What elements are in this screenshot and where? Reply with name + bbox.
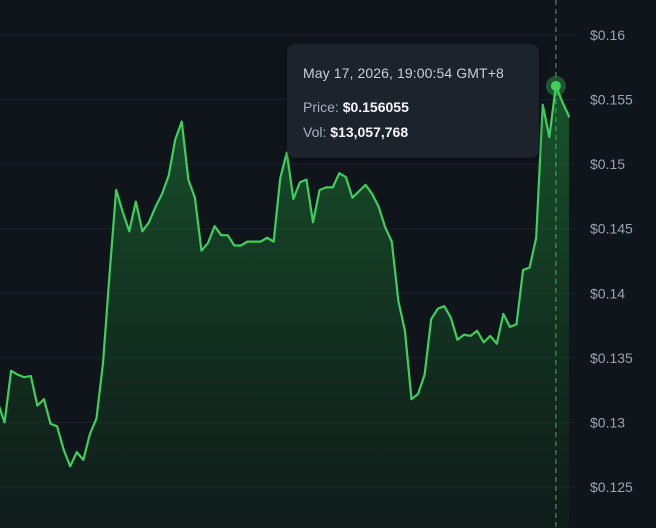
y-tick-label: $0.15	[590, 156, 625, 172]
y-tick-label: $0.14	[590, 285, 625, 301]
y-tick-label: $0.135	[590, 350, 633, 366]
y-tick-label: $0.145	[590, 221, 633, 237]
tooltip-date: May 17, 2026, 19:00:54 GMT+8	[303, 65, 504, 81]
y-tick-label: $0.125	[590, 479, 633, 495]
tooltip-vol-row: Vol: $13,057,768	[303, 122, 523, 142]
price-chart[interactable]: $0.16 $0.155 $0.15 $0.145 $0.14 $0.135 $0.13 $0…	[0, 0, 656, 528]
tooltip-vol-value: $13,057,768	[330, 124, 409, 140]
price-tooltip: May 17, 2026, 19:00:54 GMT+8 Price: $0.1…	[287, 44, 539, 158]
y-tick-label: $0.16	[590, 27, 625, 43]
y-tick-label: $0.155	[590, 92, 633, 108]
hover-point[interactable]	[550, 80, 561, 91]
tooltip-price-label: Price:	[303, 99, 339, 115]
tooltip-price-value: $0.156055	[342, 99, 409, 115]
tooltip-vol-label: Vol:	[303, 124, 327, 140]
tooltip-price-row: Price: $0.156055	[303, 97, 523, 117]
y-tick-label: $0.13	[590, 414, 625, 430]
